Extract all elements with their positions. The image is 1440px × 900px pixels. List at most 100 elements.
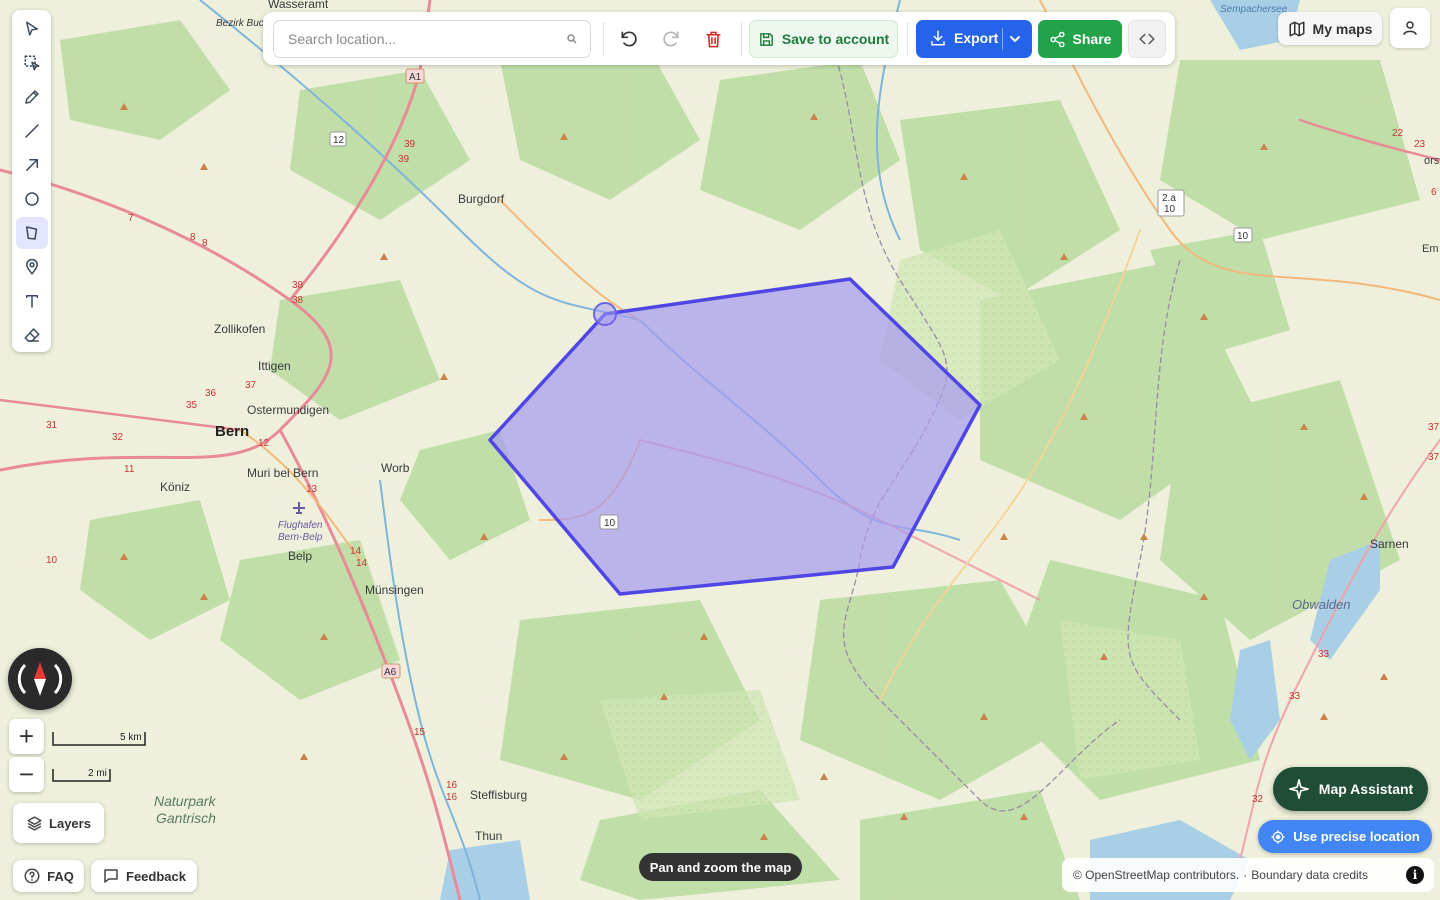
toolbar-divider [603, 22, 604, 56]
place-label: Bern [215, 423, 249, 440]
share-icon [1049, 31, 1065, 47]
map-canvas[interactable]: Wasseramt Bezirk Buc Sempachersee Burgdo… [0, 0, 1440, 900]
svg-text:11: 11 [124, 464, 135, 475]
scale-bar-graphic [52, 732, 146, 782]
faq-button[interactable]: FAQ [13, 860, 84, 892]
place-label: Sarnen [1370, 537, 1409, 551]
line-tool-button[interactable] [16, 115, 48, 147]
svg-text:10: 10 [1164, 204, 1176, 215]
embed-code-button[interactable] [1128, 20, 1166, 58]
text-icon [25, 295, 38, 308]
place-label: Münsingen [365, 583, 424, 597]
map-assistant-button[interactable]: Map Assistant [1273, 767, 1428, 811]
map-pin-icon [25, 258, 38, 275]
svg-text:12: 12 [258, 438, 270, 449]
top-action-bar: Save to account Export Share [263, 12, 1175, 65]
sparkle-icon [1288, 779, 1309, 799]
svg-text:6: 6 [1431, 187, 1437, 198]
compass-control[interactable] [8, 648, 72, 710]
search-input[interactable] [286, 30, 550, 48]
search-icon[interactable] [566, 33, 578, 45]
user-icon [1403, 21, 1417, 35]
attribution-bar: © OpenStreetMap contributors. · Boundary… [1062, 858, 1434, 892]
svg-text:A6: A6 [384, 667, 397, 678]
place-label: Steffisburg [470, 788, 527, 802]
arrow-icon [25, 159, 38, 171]
delete-button[interactable] [695, 20, 731, 58]
place-label: Thun [475, 829, 502, 843]
place-label: Köniz [160, 480, 190, 494]
place-label: Burgdorf [458, 192, 505, 206]
pencil-tool-button[interactable] [16, 81, 48, 113]
svg-text:36: 36 [205, 388, 217, 399]
attribution-separator: · [1243, 868, 1248, 882]
svg-text:37: 37 [1428, 422, 1440, 433]
map-scale: 5 km 2 mi [52, 728, 162, 788]
zoom-in-button[interactable]: + [9, 719, 44, 754]
place-label: orst [1424, 155, 1440, 167]
place-label: Ittigen [258, 359, 291, 373]
eraser-icon [24, 328, 39, 342]
polygon-vertex-handle[interactable] [593, 302, 617, 326]
svg-text:8: 8 [190, 232, 196, 243]
toolbar-divider [907, 22, 908, 56]
share-button[interactable]: Share [1038, 20, 1122, 58]
undo-button[interactable] [611, 20, 647, 58]
use-precise-location-button[interactable]: Use precise location [1258, 820, 1432, 853]
help-circle-icon [24, 868, 40, 884]
save-to-account-button[interactable]: Save to account [749, 20, 898, 58]
svg-text:39: 39 [398, 154, 410, 165]
boundary-credits-link[interactable]: Boundary data credits [1251, 868, 1368, 882]
place-label: Muri bei Bern [247, 466, 318, 480]
place-label: Zollikofen [214, 322, 265, 336]
feedback-button[interactable]: Feedback [91, 860, 197, 892]
chevron-down-icon[interactable] [1009, 33, 1021, 45]
svg-text:12: 12 [333, 135, 345, 146]
map-assistant-label: Map Assistant [1318, 781, 1414, 797]
scale-mi-label: 2 mi [88, 768, 107, 779]
svg-text:31: 31 [46, 420, 58, 431]
svg-text:10: 10 [604, 518, 616, 529]
place-label: Gantrisch [156, 810, 216, 826]
layers-button[interactable]: Layers [13, 803, 104, 843]
eraser-tool-button[interactable] [16, 319, 48, 351]
profile-button[interactable] [1390, 8, 1430, 48]
save-label: Save to account [781, 31, 890, 47]
svg-text:16: 16 [446, 780, 458, 791]
place-label: Obwalden [1292, 597, 1351, 612]
feedback-label: Feedback [126, 868, 186, 884]
pencil-icon [24, 90, 39, 104]
area-select-tool-button[interactable] [16, 47, 48, 79]
search-box[interactable] [273, 20, 591, 58]
info-icon[interactable]: i [1406, 866, 1424, 884]
svg-text:8: 8 [202, 238, 208, 249]
place-label: Em [1422, 243, 1439, 255]
arrow-tool-button[interactable] [16, 149, 48, 181]
svg-text:22: 22 [1392, 128, 1404, 139]
text-tool-button[interactable] [16, 285, 48, 317]
polygon-tool-button[interactable] [15, 217, 48, 249]
circle-tool-button[interactable] [16, 183, 48, 215]
osm-attribution-link[interactable]: © OpenStreetMap contributors. [1073, 868, 1239, 882]
select-tool-button[interactable] [16, 13, 48, 45]
svg-text:16: 16 [446, 792, 458, 803]
export-split-divider [1002, 28, 1003, 50]
place-label: Wasseramt [268, 0, 329, 11]
place-label: Bezirk Buc [216, 18, 264, 29]
marker-tool-button[interactable] [16, 251, 48, 283]
export-button[interactable]: Export [916, 20, 1032, 58]
undo-icon [621, 31, 637, 47]
faq-label: FAQ [47, 868, 74, 884]
redo-button[interactable] [653, 20, 689, 58]
layers-icon [27, 815, 42, 831]
place-label: Belp [288, 549, 312, 563]
svg-text:37: 37 [1428, 452, 1440, 463]
cursor-arrow-icon [25, 21, 38, 36]
svg-text:38: 38 [292, 280, 304, 291]
precise-location-label: Use precise location [1293, 829, 1420, 844]
svg-text:23: 23 [1414, 139, 1426, 150]
zoom-out-button[interactable]: − [9, 757, 44, 792]
svg-text:35: 35 [186, 400, 198, 411]
my-maps-button[interactable]: My maps [1278, 12, 1382, 45]
polygon-icon [25, 226, 37, 240]
